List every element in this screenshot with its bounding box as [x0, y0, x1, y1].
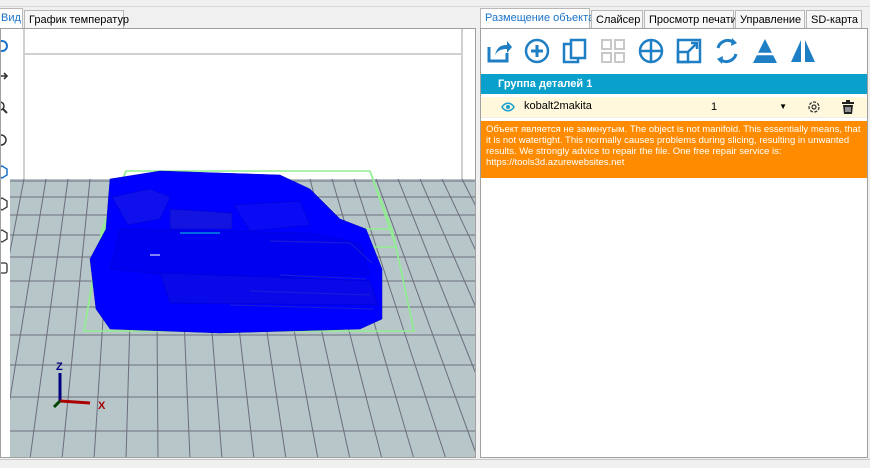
gear-icon[interactable] — [806, 99, 822, 115]
title-strip — [0, 0, 870, 7]
tab-control[interactable]: Управление — [735, 10, 805, 28]
add-object-icon[interactable] — [523, 37, 551, 65]
view-panel: Z X — [0, 28, 476, 458]
zoom-icon[interactable] — [0, 101, 9, 115]
copy-objects-icon[interactable] — [561, 37, 589, 65]
axis-x-label: X — [98, 400, 106, 412]
view-front-icon[interactable] — [0, 197, 9, 211]
export-icon[interactable] — [485, 37, 513, 65]
non-manifold-warning: Объект является не замкнутым. The object… — [481, 121, 867, 178]
object-row[interactable]: kobalt2makita 1 ▼ — [481, 97, 867, 118]
copies-value: 1 — [711, 101, 718, 113]
tab-temperature-graph[interactable]: График температур — [24, 10, 129, 28]
tab-print-preview[interactable]: Просмотр печати — [644, 10, 737, 28]
3d-viewport[interactable]: Z X — [10, 29, 475, 457]
view-top-icon[interactable] — [0, 261, 9, 275]
group-header[interactable]: Группа деталей 1 — [481, 74, 867, 94]
object-name: kobalt2makita — [524, 100, 592, 112]
axis-z-label: Z — [56, 361, 63, 373]
view-side-icon[interactable] — [0, 229, 9, 243]
tab-object-placement[interactable]: Размещение объекта — [480, 8, 594, 28]
cut-icon[interactable] — [751, 37, 779, 65]
tab-view[interactable]: Вид — [0, 8, 23, 28]
trash-icon[interactable] — [841, 99, 855, 115]
rotate-view-icon[interactable] — [0, 39, 9, 53]
copies-select[interactable]: 1 ▼ — [709, 99, 789, 115]
mirror-icon[interactable] — [789, 37, 817, 65]
scale-icon[interactable] — [675, 37, 703, 65]
chevron-down-icon: ▼ — [779, 102, 787, 111]
tab-slicer[interactable]: Слайсер — [591, 10, 643, 28]
eye-icon[interactable] — [501, 101, 515, 113]
object-placement-panel: Группа деталей 1 kobalt2makita 1 ▼ Объек… — [480, 28, 868, 458]
autoposition-icon[interactable] — [599, 37, 627, 65]
move-view-icon[interactable] — [0, 69, 9, 83]
tab-sd-card[interactable]: SD-карта — [806, 10, 862, 28]
reset-view-icon[interactable] — [0, 133, 9, 147]
rotate-icon[interactable] — [713, 37, 741, 65]
view-iso-icon[interactable] — [0, 165, 9, 179]
object-toolbar — [481, 33, 867, 69]
center-object-icon[interactable] — [637, 37, 665, 65]
